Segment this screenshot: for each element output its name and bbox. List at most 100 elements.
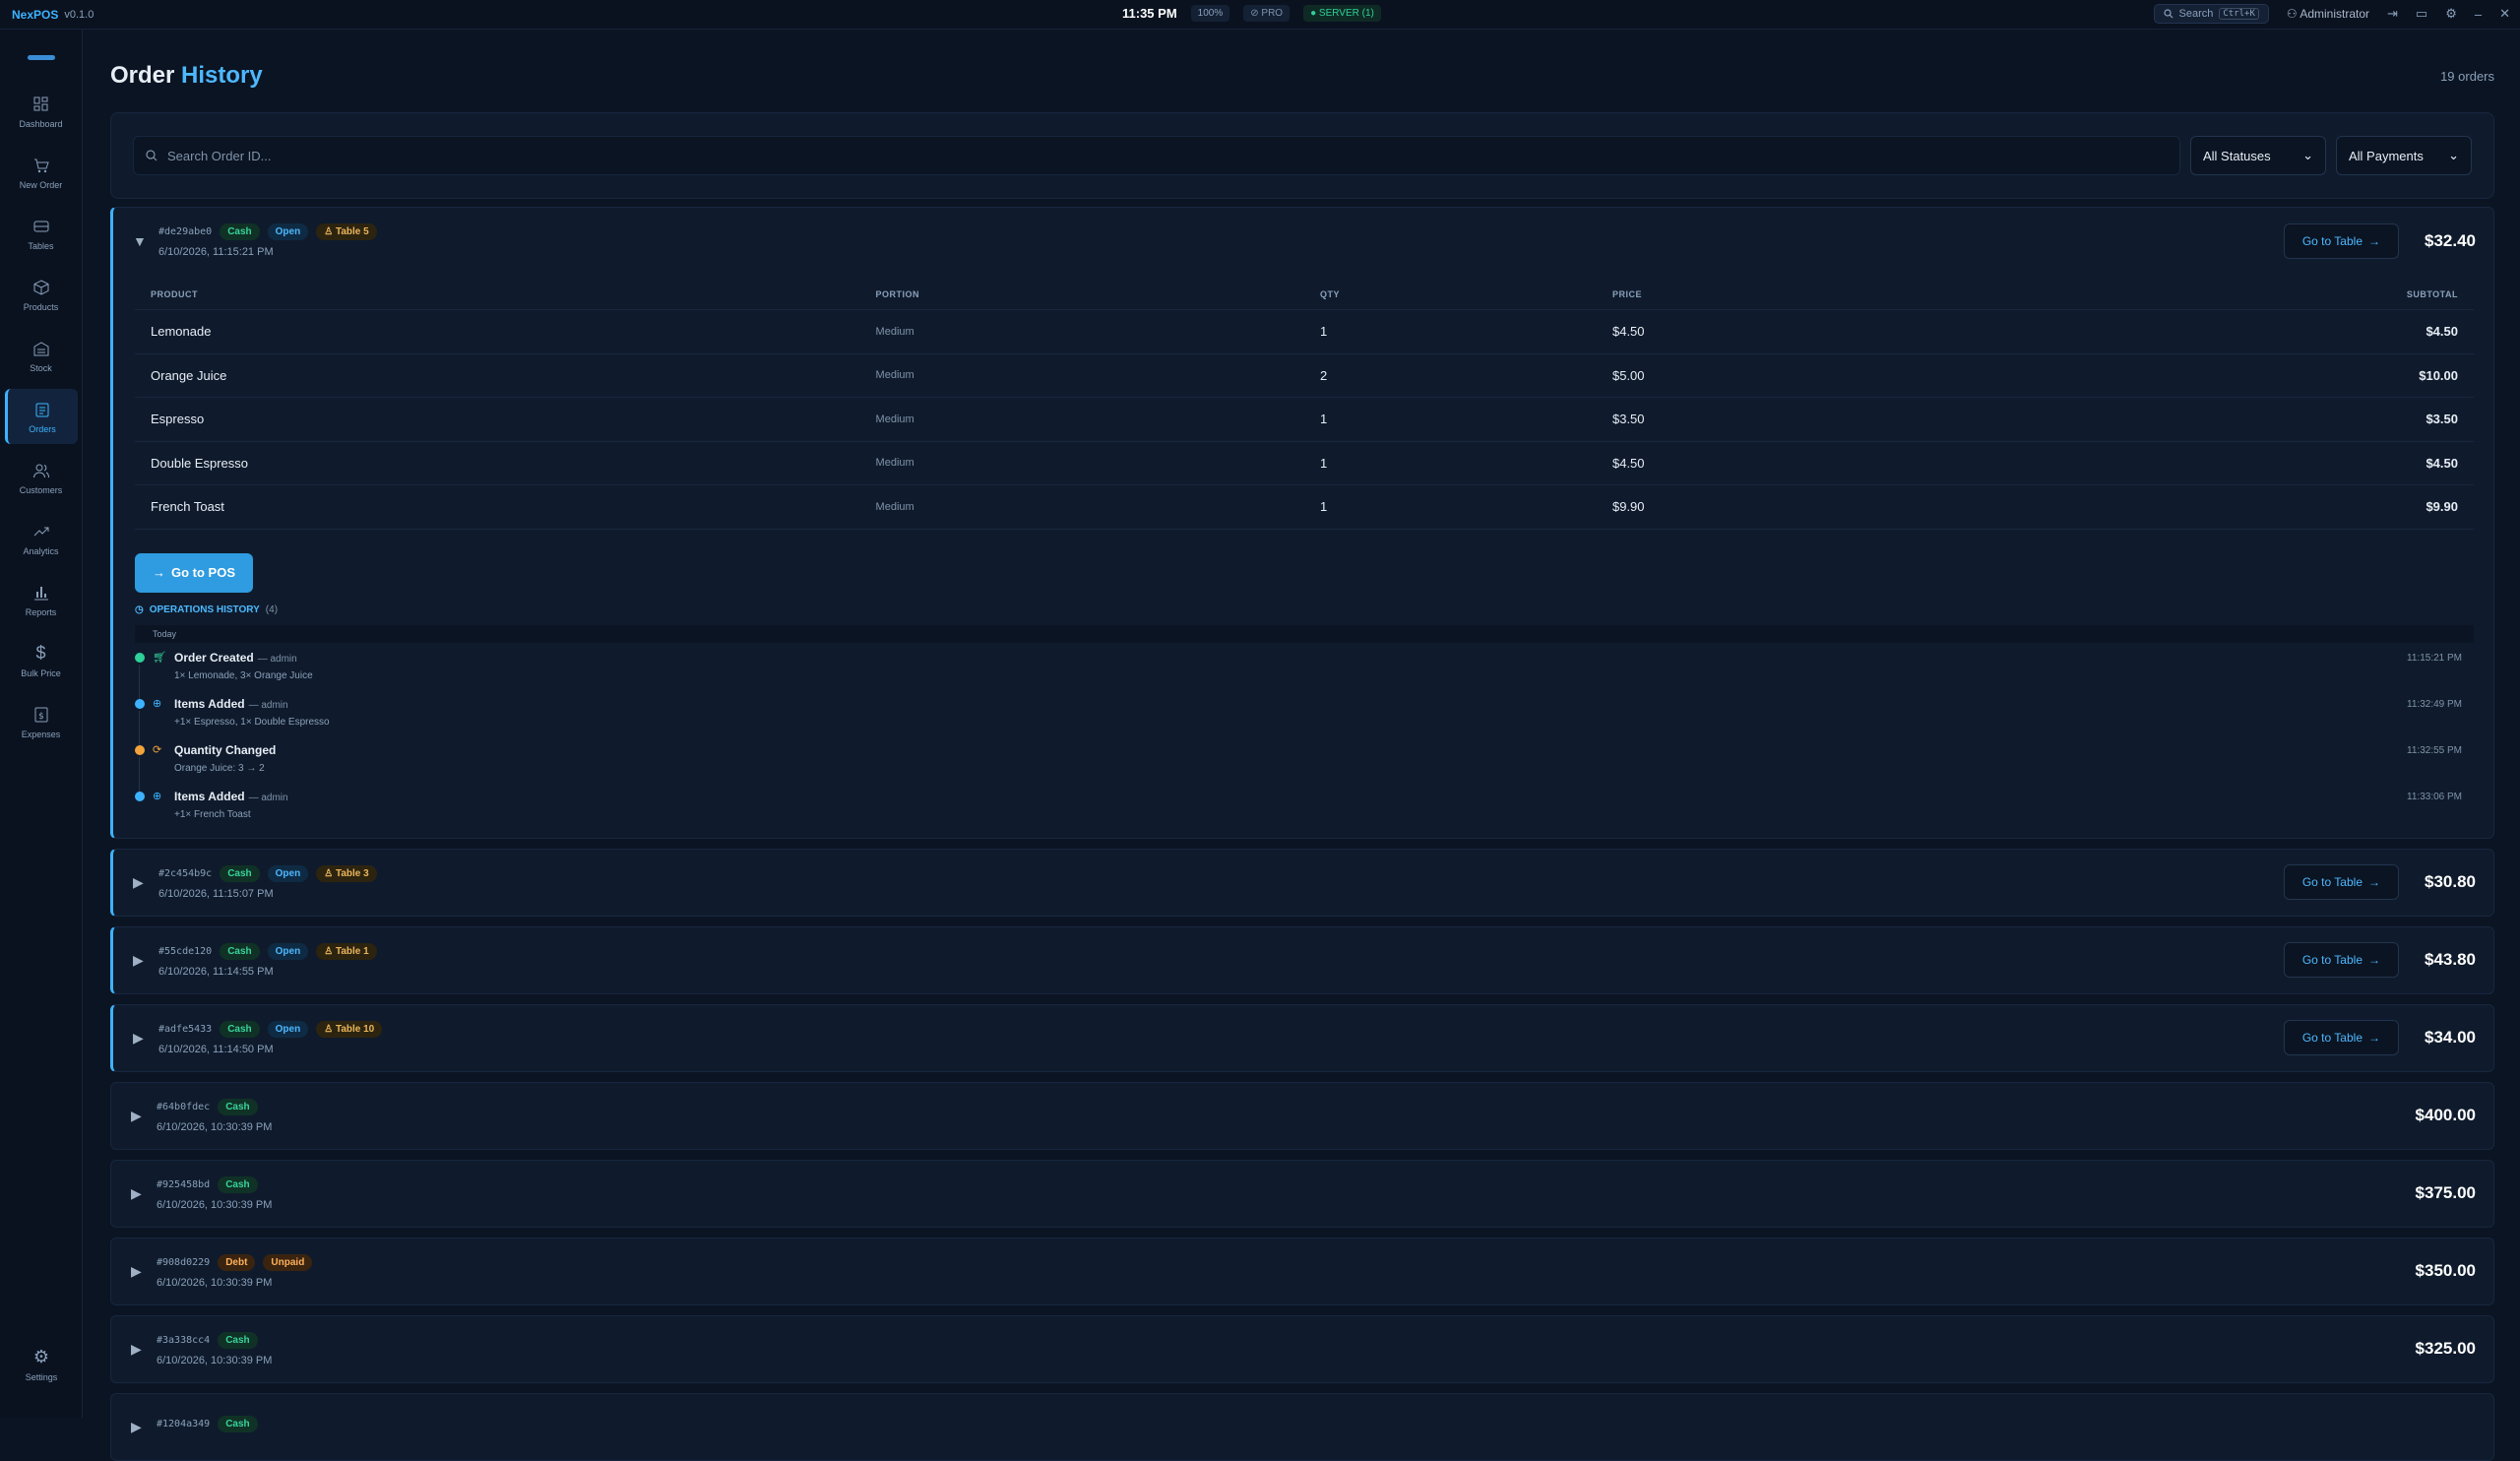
table-label: Table 5 <box>335 226 369 237</box>
status-filter-select[interactable]: All Statuses ⌄ <box>2190 136 2326 175</box>
operation-time: 11:32:49 PM <box>2407 698 2462 710</box>
order-date: 6/10/2026, 11:15:07 PM <box>158 887 274 900</box>
nav-products[interactable]: Products <box>5 267 78 322</box>
nav-bulk-price[interactable]: $ Bulk Price <box>5 633 78 688</box>
order-id: #64b0fdec <box>157 1101 211 1112</box>
go-to-table-button[interactable]: Go to Table → <box>2283 864 2399 900</box>
order-card[interactable]: ▶ #925458bd Cash 6/10/2026, 10:30:39 PM … <box>110 1159 2494 1228</box>
status-badge: Open <box>267 1020 309 1038</box>
order-date: 6/10/2026, 10:30:39 PM <box>157 1276 273 1289</box>
order-header[interactable]: ▶ #2c454b9c Cash Open ♙ Table 3 6/10/202… <box>113 850 2493 916</box>
nav-label: Orders <box>29 423 56 434</box>
search-label: Search <box>2178 8 2214 20</box>
order-meta-row: #55cde120 Cash Open ♙ Table 1 <box>158 942 377 960</box>
order-card[interactable]: ▶ #64b0fdec Cash 6/10/2026, 10:30:39 PM … <box>110 1081 2494 1150</box>
col-portion: PORTION <box>859 278 1304 310</box>
caret-right-icon[interactable]: ▶ <box>131 1185 151 1202</box>
order-card[interactable]: ▶ #2c454b9c Cash Open ♙ Table 3 6/10/202… <box>110 848 2494 917</box>
order-card[interactable]: ▶ #1204a349 Cash <box>110 1392 2494 1461</box>
nav-reports[interactable]: Reports <box>5 572 78 627</box>
caret-right-icon[interactable]: ▶ <box>133 874 153 891</box>
caret-right-icon[interactable]: ▶ <box>133 952 153 969</box>
box-icon <box>32 278 51 297</box>
order-header[interactable]: ▶ #55cde120 Cash Open ♙ Table 1 6/10/202… <box>113 927 2493 993</box>
server-badge[interactable]: ● SERVER (1) <box>1303 5 1381 22</box>
nav-orders[interactable]: Orders <box>4 389 78 444</box>
nav-label: Reports <box>25 606 57 617</box>
caret-right-icon[interactable]: ▶ <box>131 1108 151 1124</box>
zoom-badge[interactable]: 100% <box>1190 5 1230 22</box>
order-total: $43.80 <box>2425 950 2476 969</box>
subtotal-cell: $4.50 <box>2228 309 2474 354</box>
display-icon[interactable]: ▭ <box>2416 6 2427 22</box>
app-brand: NexPOS <box>12 7 59 22</box>
order-count: 19 orders <box>2440 68 2494 84</box>
subtotal-cell: $9.90 <box>2228 484 2474 530</box>
go-to-table-button[interactable]: Go to Table → <box>2283 222 2399 259</box>
nav-dashboard[interactable]: Dashboard <box>5 84 78 139</box>
order-meta-row: #adfe5433 Cash Open ♙ Table 10 <box>158 1020 383 1038</box>
nav-label: Customers <box>19 484 63 495</box>
nav-tables[interactable]: Tables <box>5 206 78 261</box>
operations-list: 🛒︎ Order Created — admin 1× Lemonade, 3× … <box>135 643 2474 828</box>
operation-item: 🛒︎ Order Created — admin 1× Lemonade, 3× … <box>135 643 2474 702</box>
caret-right-icon[interactable]: ▶ <box>133 1030 153 1047</box>
product-cell: French Toast <box>135 484 860 530</box>
nav-analytics[interactable]: Analytics <box>5 511 78 566</box>
portion-cell: Medium <box>859 353 1304 398</box>
clipboard-icon <box>32 400 52 419</box>
order-id: #908d0229 <box>157 1256 211 1268</box>
user-menu[interactable]: ⚇ Administrator <box>2287 7 2369 21</box>
order-header[interactable]: ▶ #908d0229 Debt Unpaid 6/10/2026, 10:30… <box>111 1239 2493 1304</box>
caret-right-icon[interactable]: ▶ <box>131 1341 151 1358</box>
operation-item: ⟳ Quantity Changed Orange Juice: 3 → 2 1… <box>135 735 2474 794</box>
caret-right-icon[interactable]: ▶ <box>131 1419 151 1435</box>
operation-user: — admin <box>257 653 297 665</box>
order-card[interactable]: ▶ #908d0229 Debt Unpaid 6/10/2026, 10:30… <box>110 1237 2494 1305</box>
minimize-icon[interactable]: – <box>2475 7 2482 22</box>
operations-history-header[interactable]: ◷ OPERATIONS HISTORY (4) <box>135 604 2474 615</box>
order-card[interactable]: ▶ #adfe5433 Cash Open ♙ Table 10 6/10/20… <box>110 1003 2494 1072</box>
status-badge: Open <box>267 223 309 240</box>
payment-filter-select[interactable]: All Payments ⌄ <box>2336 136 2472 175</box>
order-card[interactable]: ▶ #3a338cc4 Cash 6/10/2026, 10:30:39 PM … <box>110 1314 2494 1383</box>
order-header[interactable]: ▶ #adfe5433 Cash Open ♙ Table 10 6/10/20… <box>113 1005 2493 1071</box>
table-label: Table 10 <box>335 1023 375 1035</box>
nav-customers[interactable]: Customers <box>5 450 78 505</box>
order-header[interactable]: ▼ #de29abe0 Cash Open ♙ Table 5 6/10/202… <box>113 208 2493 274</box>
nav-label: Tables <box>28 240 54 251</box>
order-actions: $400.00 <box>2416 1106 2476 1125</box>
qty-cell: 1 <box>1303 484 1597 530</box>
order-id: #3a338cc4 <box>157 1334 211 1346</box>
go-to-pos-button[interactable]: → Go to POS <box>135 552 253 593</box>
go-to-table-button[interactable]: Go to Table → <box>2283 942 2399 978</box>
refresh-icon: ⟳ <box>153 743 162 756</box>
logout-icon[interactable]: ⇥ <box>2387 6 2398 22</box>
caret-right-icon[interactable]: ▶ <box>131 1263 151 1280</box>
caret-down-icon[interactable]: ▼ <box>133 233 153 249</box>
global-search-button[interactable]: Search Ctrl+K <box>2153 4 2269 24</box>
operations-day-label: Today <box>135 624 2474 643</box>
order-header[interactable]: ▶ #1204a349 Cash <box>111 1394 2493 1460</box>
price-cell: $5.00 <box>1596 353 2229 398</box>
order-date: 6/10/2026, 11:14:55 PM <box>158 965 274 978</box>
order-header[interactable]: ▶ #64b0fdec Cash 6/10/2026, 10:30:39 PM … <box>111 1083 2493 1149</box>
nav-expenses[interactable]: $ Expenses <box>5 694 78 749</box>
table-row: Espresso Medium 1 $3.50 $3.50 <box>135 397 2474 442</box>
close-icon[interactable]: ✕ <box>2499 6 2510 22</box>
payment-badge: Cash <box>220 942 260 960</box>
settings-gear-icon[interactable]: ⚙ <box>2445 6 2457 22</box>
order-card[interactable]: ▶ #55cde120 Cash Open ♙ Table 1 6/10/202… <box>110 925 2494 994</box>
order-list: ▼ #de29abe0 Cash Open ♙ Table 5 6/10/202… <box>110 207 2494 1461</box>
nav-settings[interactable]: ⚙ Settings <box>5 1337 78 1392</box>
order-search-input[interactable]: Search Order ID... <box>133 136 2180 175</box>
order-header[interactable]: ▶ #925458bd Cash 6/10/2026, 10:30:39 PM … <box>111 1161 2493 1227</box>
col-subtotal: SUBTOTAL <box>2228 278 2474 310</box>
go-to-table-button[interactable]: Go to Table → <box>2283 1020 2399 1055</box>
nav-new-order[interactable]: New Order <box>5 145 78 200</box>
order-header[interactable]: ▶ #3a338cc4 Cash 6/10/2026, 10:30:39 PM … <box>111 1316 2493 1382</box>
qty-cell: 1 <box>1303 397 1597 442</box>
nav-stock[interactable]: Stock <box>5 328 78 383</box>
sidebar-handle[interactable] <box>27 55 55 60</box>
table-row: Lemonade Medium 1 $4.50 $4.50 <box>135 309 2474 354</box>
